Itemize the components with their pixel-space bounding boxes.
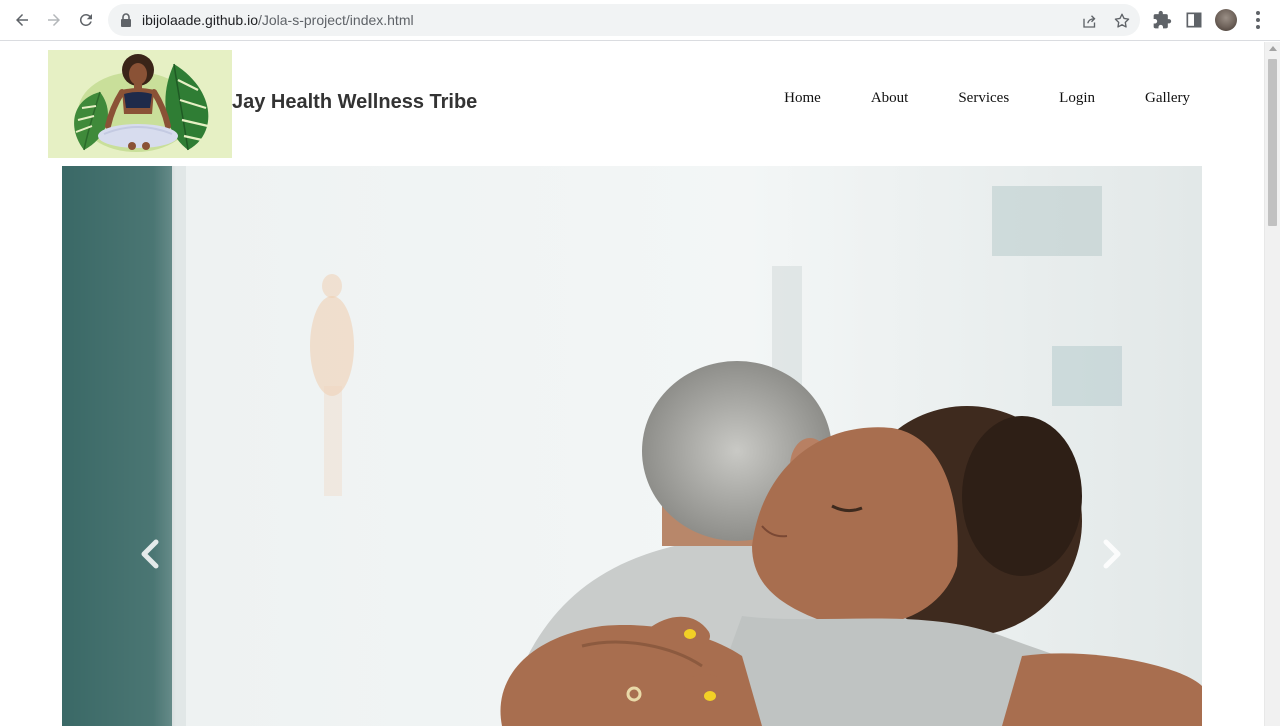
lock-icon	[121, 13, 131, 27]
url-text[interactable]: ibijolaade.github.io/Jola-s-project/inde…	[142, 12, 414, 28]
chevron-left-icon	[141, 539, 159, 569]
extensions-icon[interactable]	[1152, 10, 1172, 30]
menu-icon[interactable]	[1256, 11, 1260, 29]
site-title: Jay Health Wellness Tribe	[232, 91, 478, 113]
main-nav: Home About Services Login Gallery	[734, 90, 1190, 107]
reload-icon[interactable]	[74, 8, 98, 32]
side-panel-icon[interactable]	[1184, 10, 1204, 30]
carousel-next-button[interactable]	[1092, 534, 1132, 574]
star-icon[interactable]	[1113, 12, 1131, 30]
profile-avatar[interactable]	[1215, 9, 1237, 31]
share-icon[interactable]	[1081, 12, 1099, 30]
browser-toolbar: ibijolaade.github.io/Jola-s-project/inde…	[0, 0, 1280, 41]
nav-login[interactable]: Login	[1059, 90, 1095, 107]
url-host: ibijolaade.github.io	[142, 12, 258, 28]
carousel-slide-image	[62, 166, 1202, 726]
nav-gallery[interactable]: Gallery	[1145, 90, 1190, 107]
meditation-logo-icon	[48, 50, 232, 158]
carousel-prev-button[interactable]	[130, 534, 170, 574]
address-bar[interactable]: ibijolaade.github.io/Jola-s-project/inde…	[108, 4, 1140, 36]
nav-home[interactable]: Home	[784, 90, 821, 107]
chevron-right-icon	[1103, 539, 1121, 569]
nav-about[interactable]: About	[871, 90, 909, 107]
forward-icon[interactable]	[42, 8, 66, 32]
hero-carousel[interactable]	[62, 166, 1202, 726]
site-logo[interactable]	[48, 50, 232, 158]
url-path: /Jola-s-project/index.html	[257, 12, 414, 28]
nav-services[interactable]: Services	[958, 90, 1009, 107]
page-scrollbar[interactable]	[1264, 42, 1280, 726]
scroll-thumb[interactable]	[1268, 59, 1277, 226]
page-viewport: Jay Health Wellness Tribe Home About Ser…	[0, 42, 1264, 726]
scroll-up-arrow-icon[interactable]	[1269, 46, 1277, 51]
back-icon[interactable]	[10, 8, 34, 32]
